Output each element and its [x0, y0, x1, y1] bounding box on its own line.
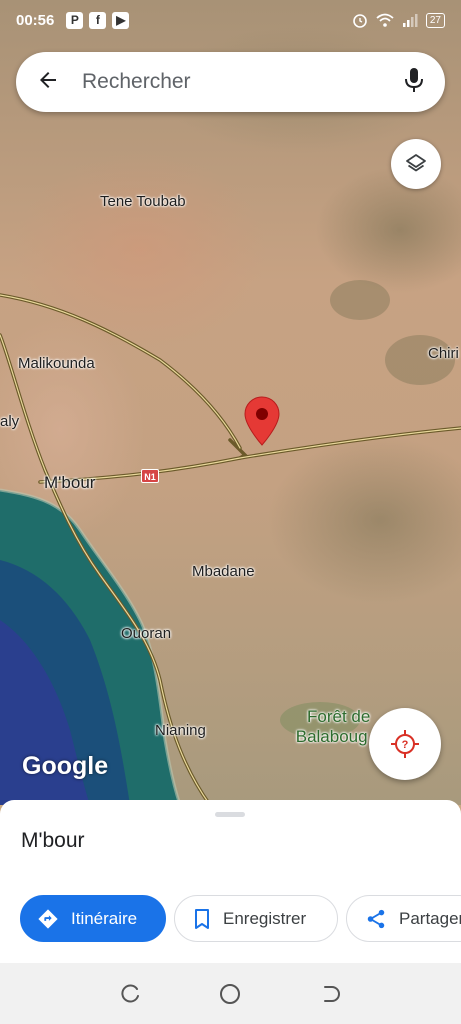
back-nav-icon — [323, 985, 340, 1002]
map-label-mbadane[interactable]: Mbadane — [192, 563, 255, 580]
back-arrow-icon[interactable] — [36, 68, 60, 96]
wifi-icon — [376, 13, 394, 27]
save-button[interactable]: Enregistrer — [174, 895, 338, 942]
location-unknown-icon: ? — [391, 730, 419, 758]
app-notification-icon: P — [66, 11, 84, 29]
map-label-malikounda[interactable]: Malikounda — [18, 355, 95, 372]
microphone-icon[interactable] — [403, 66, 425, 99]
share-label: Partager — [399, 908, 461, 928]
bookmark-icon — [195, 908, 209, 929]
directions-button[interactable]: Itinéraire — [20, 895, 166, 942]
map-view[interactable]: Tene Toubab Malikounda aly M'bour Mbadan… — [0, 0, 461, 805]
share-icon — [367, 909, 385, 928]
layers-icon — [406, 154, 426, 172]
status-bar: 00:56 P f ▶ 27 — [0, 0, 461, 40]
place-title: M'bour — [21, 829, 85, 852]
recent-apps-button[interactable] — [118, 982, 142, 1006]
road-shield-n1: N1 — [141, 469, 159, 483]
map-label-tene-toubab[interactable]: Tene Toubab — [100, 193, 186, 210]
back-button[interactable] — [319, 982, 343, 1006]
place-bottom-sheet[interactable]: M'bour Itinéraire Enregistrer Partager — [0, 800, 461, 963]
map-label-nianing[interactable]: Nianing — [155, 722, 206, 739]
my-location-button[interactable]: ? — [369, 708, 441, 780]
search-input[interactable] — [82, 70, 403, 94]
action-chips: Itinéraire Enregistrer Partager — [20, 895, 461, 942]
map-label-chiri[interactable]: Chiri — [428, 345, 459, 362]
battery-indicator: 27 — [425, 12, 445, 28]
svg-text:?: ? — [402, 739, 409, 751]
alarm-icon — [353, 14, 367, 28]
notification-icons: P f ▶ — [66, 11, 130, 29]
system-icons: 27 — [352, 12, 445, 28]
google-logo: Google — [22, 752, 109, 780]
map-label-foret-line1: Forêt de — [307, 707, 371, 726]
status-time: 00:56 — [16, 11, 55, 29]
map-label-foret-line2: Balaboug — [295, 727, 368, 746]
map-label-ouoran[interactable]: Ouoran — [121, 625, 171, 642]
directions-icon — [38, 908, 58, 929]
map-terrain — [0, 280, 461, 805]
youtube-notification-icon: ▶ — [112, 11, 130, 29]
share-button[interactable]: Partager — [346, 895, 461, 942]
sheet-drag-handle[interactable] — [215, 812, 245, 817]
recent-apps-icon — [121, 984, 140, 1002]
system-nav-bar — [0, 963, 461, 1024]
layers-button[interactable] — [391, 139, 441, 189]
map-label-aly[interactable]: aly — [0, 413, 19, 430]
facebook-notification-icon: f — [89, 11, 107, 29]
map-label-mbour[interactable]: M'bour — [44, 473, 95, 493]
directions-label: Itinéraire — [71, 908, 138, 928]
map-label-foret[interactable]: Forêt de Balaboug — [293, 707, 371, 747]
save-label: Enregistrer — [223, 908, 307, 928]
signal-icon — [402, 14, 418, 27]
home-circle-icon — [220, 983, 241, 1004]
home-button[interactable] — [218, 982, 242, 1006]
search-bar[interactable] — [16, 52, 445, 112]
